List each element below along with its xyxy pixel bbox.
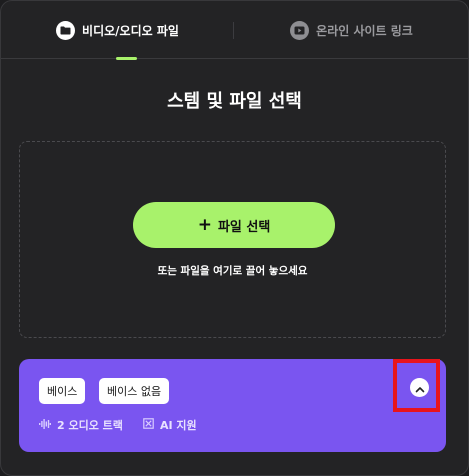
tab-divider [233,22,234,39]
select-file-button[interactable]: + 파일 선택 [133,202,335,248]
ai-support-info: AI 지원 [143,417,197,433]
drop-hint: 또는 파일을 여기로 끌어 놓으세요 [157,265,308,277]
tab-video-audio-file[interactable]: 비디오/오디오 파일 [1,1,234,59]
page-title: 스템 및 파일 선택 [167,91,302,112]
tab-video-audio-file-label: 비디오/오디오 파일 [82,23,179,38]
active-tab-indicator [116,57,137,60]
plus-icon: + [197,214,212,235]
play-icon [290,20,310,40]
stem-selector-panel: 비디오/오디오 파일 온라인 사이트 링크 스템 및 파일 선택 + 파일 선택… [0,0,469,476]
audio-tracks-info: 2 오디오 트랙 [39,417,123,433]
ai-support-label: AI 지원 [160,419,197,432]
select-file-button-label: 파일 선택 [217,219,271,235]
tab-online-site-link[interactable]: 온라인 사이트 링크 [235,1,468,59]
stem-chip-no-bass[interactable]: 베이스 없음 [99,378,170,404]
ai-icon [143,418,154,432]
stem-chip-bass[interactable]: 베이스 [39,378,86,404]
source-tabs: 비디오/오디오 파일 온라인 사이트 링크 [1,1,468,60]
tab-online-site-link-label: 온라인 사이트 링크 [316,23,413,38]
highlight-box [393,359,440,412]
waveform-icon [39,418,51,432]
stem-card[interactable]: 베이스 베이스 없음 2 오디오 트랙 AI 지원 [19,359,446,452]
folder-icon [56,20,76,40]
file-dropzone[interactable]: + 파일 선택 또는 파일을 여기로 끌어 놓으세요 [19,141,446,338]
audio-tracks-label: 2 오디오 트랙 [57,419,123,432]
